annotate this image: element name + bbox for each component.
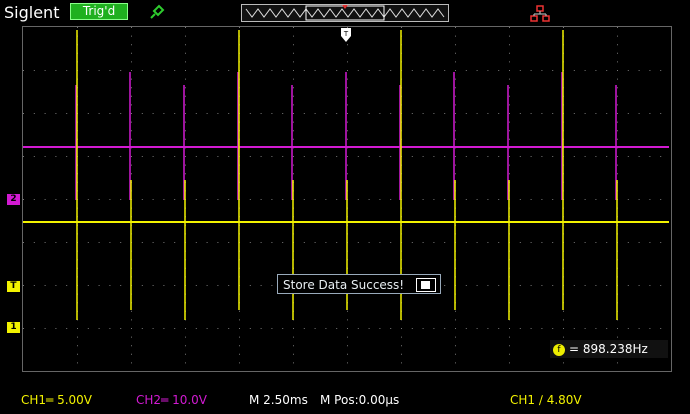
svg-text:T: T bbox=[343, 30, 349, 38]
ch2-scale[interactable]: CH2═ 10.0V bbox=[136, 393, 207, 407]
waveform-display[interactable] bbox=[22, 26, 672, 372]
frequency-value: = 898.238Hz bbox=[569, 342, 648, 356]
dialog-message: Store Data Success! bbox=[283, 278, 405, 292]
frequency-readout: f = 898.238Hz bbox=[550, 340, 668, 358]
store-success-dialog: Store Data Success! bbox=[277, 274, 441, 294]
memory-waveform-bar bbox=[241, 4, 449, 22]
top-bar: Siglent Trig'd bbox=[0, 0, 690, 24]
frequency-badge: f bbox=[553, 343, 565, 356]
ch1-scale[interactable]: CH1═ 5.00V bbox=[21, 393, 92, 407]
graticule bbox=[23, 27, 671, 364]
probe-icon bbox=[150, 4, 165, 19]
ch2-level-marker[interactable]: 2 bbox=[7, 194, 20, 205]
network-icon bbox=[530, 5, 550, 22]
trigger-position-marker[interactable]: T bbox=[340, 27, 352, 43]
brand-logo: Siglent bbox=[4, 3, 60, 22]
dialog-ok-button[interactable] bbox=[416, 278, 436, 292]
memory-position[interactable]: M Pos:0.00µs bbox=[320, 393, 399, 407]
timebase[interactable]: M 2.50ms bbox=[249, 393, 308, 407]
trigger-level-marker[interactable]: T bbox=[7, 281, 20, 292]
trigger-setting[interactable]: CH1 ∕ 4.80V bbox=[510, 393, 582, 407]
ch1-level-marker[interactable]: 1 bbox=[7, 322, 20, 333]
trigger-status-badge: Trig'd bbox=[70, 3, 128, 20]
